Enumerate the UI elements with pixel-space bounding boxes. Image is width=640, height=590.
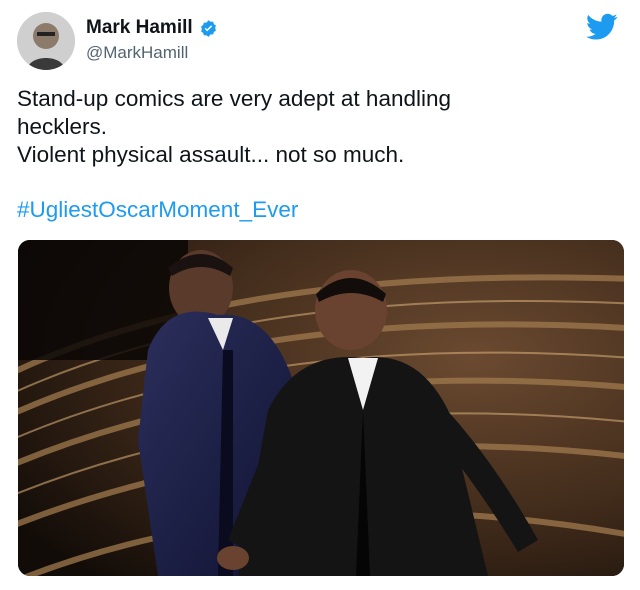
avatar[interactable] [17,12,75,70]
verified-badge-icon [200,19,216,37]
author-name-row[interactable]: Mark Hamill [86,17,218,39]
author-name[interactable]: Mark Hamill [86,17,193,39]
tweet-text-line: hecklers. [17,114,108,139]
stage-photo [18,240,624,576]
hashtag-link[interactable]: #UgliestOscarMoment_Ever [17,197,298,223]
tweet-text-line: Stand-up comics are very adept at handli… [17,86,452,111]
author-handle[interactable]: @MarkHamill [86,43,188,63]
tweet-text: Stand-up comics are very adept at handli… [17,85,617,169]
tweet-text-line: Violent physical assault... not so much. [17,142,405,167]
tweet-photo[interactable] [18,240,624,576]
twitter-bird-icon[interactable] [586,13,618,41]
tweet-card: Mark Hamill @MarkHamill Stand-up comics … [0,0,640,590]
